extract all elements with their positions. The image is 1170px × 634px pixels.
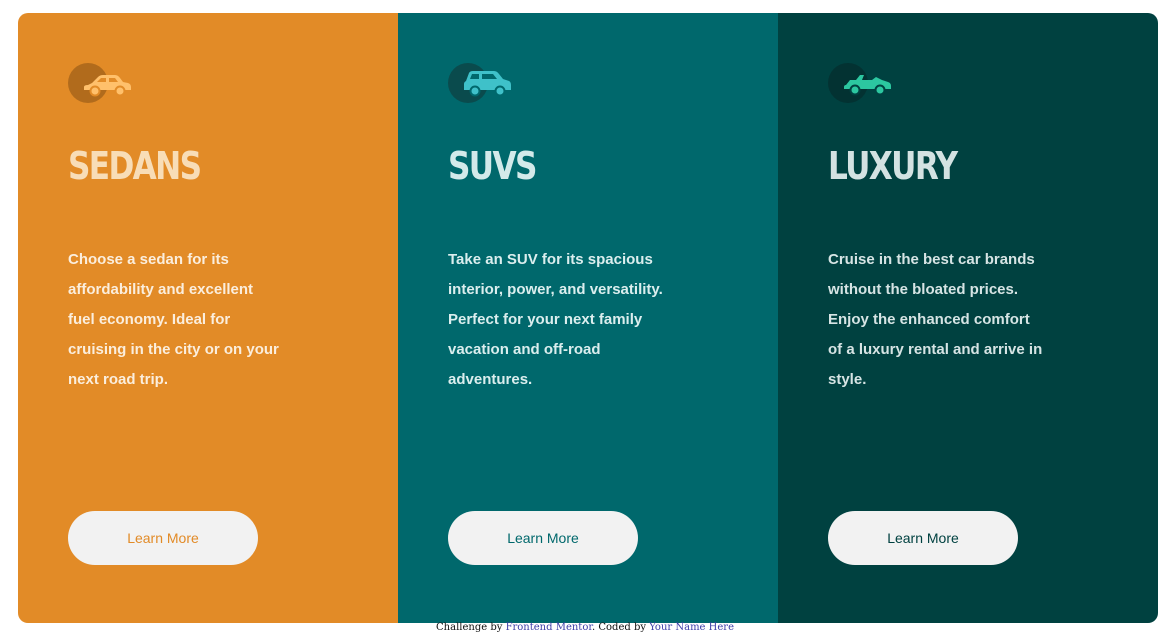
attribution-middle: . Coded by bbox=[592, 622, 650, 633]
suv-car-glyph bbox=[464, 71, 511, 97]
card-sedans: SEDANS Choose a sedan for its affordabil… bbox=[18, 13, 398, 623]
card-title: LUXURY bbox=[828, 144, 958, 188]
learn-more-button[interactable]: Learn More bbox=[68, 511, 258, 565]
luxury-car-glyph bbox=[844, 75, 891, 96]
learn-more-button[interactable]: Learn More bbox=[448, 511, 638, 565]
card-description: Choose a sedan for its affordability and… bbox=[68, 251, 279, 388]
card-description: Cruise in the best car brands without th… bbox=[828, 251, 1043, 388]
author-link[interactable]: Your Name Here bbox=[649, 622, 734, 633]
attribution: Challenge by Frontend Mentor. Coded by Y… bbox=[0, 622, 1170, 634]
frontend-mentor-link[interactable]: Frontend Mentor bbox=[506, 622, 592, 633]
card-title: SUVS bbox=[448, 144, 537, 188]
card-title: SEDANS bbox=[68, 144, 202, 188]
sedan-car-icon bbox=[68, 63, 134, 103]
card-suvs: SUVS Take an SUV for its spacious interi… bbox=[398, 13, 778, 623]
suv-car-icon bbox=[448, 63, 514, 103]
card-description: Take an SUV for its spacious interior, p… bbox=[448, 251, 663, 388]
card-grid: SEDANS Choose a sedan for its affordabil… bbox=[18, 13, 1158, 623]
sedan-car-glyph bbox=[84, 75, 131, 97]
luxury-car-icon bbox=[828, 63, 894, 103]
card-luxury: LUXURY Cruise in the best car brands wit… bbox=[778, 13, 1158, 623]
learn-more-button[interactable]: Learn More bbox=[828, 511, 1018, 565]
attribution-prefix: Challenge by bbox=[436, 622, 506, 633]
